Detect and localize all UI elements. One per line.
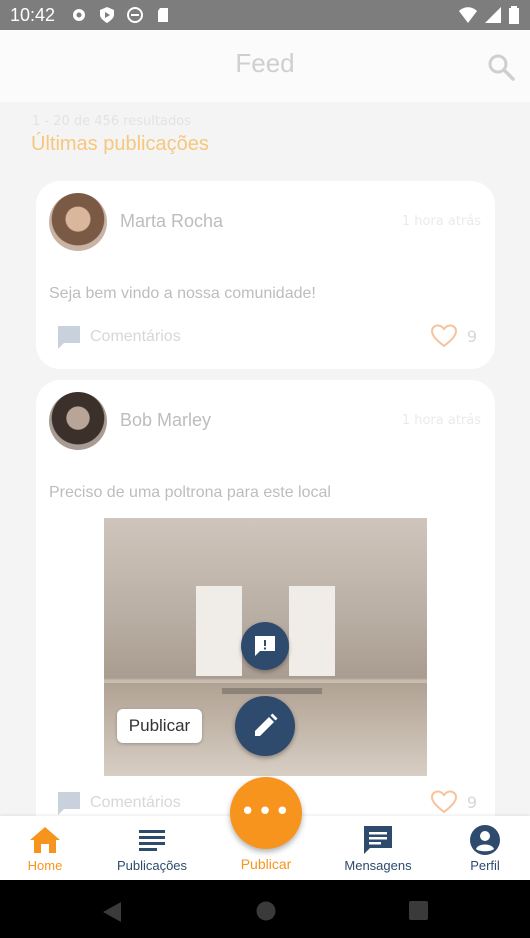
nav-label: Home (27, 858, 63, 873)
nav-item-home[interactable]: Home (0, 824, 90, 873)
likes-count: 9 (466, 792, 477, 812)
section-title: Últimas publicações (31, 133, 209, 155)
report-fab[interactable] (241, 622, 289, 670)
list-icon (139, 830, 165, 851)
comments-label: Comentários (90, 328, 181, 345)
publish-fab-label[interactable]: Publicar (117, 709, 202, 743)
nav-item-mensagens[interactable]: Mensagens (333, 824, 423, 873)
results-count: 1 - 20 de 456 resultados (32, 114, 191, 129)
sync-icon (126, 6, 144, 24)
like-button[interactable]: 9 (430, 324, 477, 348)
heart-icon (430, 790, 457, 814)
recents-icon[interactable] (409, 901, 428, 920)
account-icon (470, 825, 500, 855)
nav-label: Publicações (116, 858, 188, 873)
comment-icon (58, 326, 80, 349)
sd-card-icon (154, 6, 172, 24)
comment-icon (58, 792, 80, 815)
page-title: Feed (235, 48, 295, 78)
battery-icon (508, 6, 520, 28)
nav-item-publicacoes[interactable]: Publicações (107, 824, 197, 873)
avatar[interactable] (49, 193, 107, 251)
status-time: 10:42 (10, 5, 56, 25)
comments-label: Comentários (90, 794, 181, 811)
more-icon: ••• (239, 797, 292, 827)
heart-icon (430, 324, 457, 348)
nav-item-perfil[interactable]: Perfil (440, 824, 530, 873)
post-time: 1 hora atrás (401, 214, 481, 229)
like-button[interactable]: 9 (430, 790, 477, 814)
pencil-icon (255, 713, 278, 736)
home-button-icon[interactable] (256, 901, 276, 921)
post-card[interactable]: Marta Rocha 1 hora atrás Seja bem vindo … (36, 181, 495, 369)
post-time: 1 hora atrás (401, 413, 481, 428)
nav-label: Mensagens (344, 858, 412, 873)
post-text: Preciso de uma poltrona para este local (49, 484, 331, 501)
search-icon[interactable] (486, 52, 516, 82)
back-icon[interactable] (102, 901, 122, 923)
publish-menu-fab[interactable]: ••• (230, 777, 302, 849)
nav-label-publicar[interactable]: Publicar (230, 856, 302, 872)
avatar[interactable] (49, 392, 107, 450)
nav-label: Perfil (470, 858, 500, 873)
settings-icon (70, 6, 88, 24)
post-author[interactable]: Marta Rocha (120, 211, 223, 232)
home-icon (30, 827, 60, 853)
system-navigation-bar (0, 880, 530, 938)
comments-button[interactable]: Comentários (56, 324, 181, 350)
status-bar: 10:42 (0, 0, 530, 30)
signal-icon (484, 6, 502, 28)
likes-count: 9 (466, 326, 477, 346)
play-protect-icon (98, 6, 116, 24)
message-icon (364, 826, 392, 854)
wifi-icon (458, 6, 478, 28)
comments-button[interactable]: Comentários (56, 790, 181, 816)
feedback-icon (255, 636, 275, 656)
app-bar: Feed (0, 30, 530, 102)
post-text: Seja bem vindo a nossa comunidade! (49, 285, 316, 302)
post-author[interactable]: Bob Marley (120, 410, 211, 431)
publish-fab[interactable] (235, 696, 295, 756)
